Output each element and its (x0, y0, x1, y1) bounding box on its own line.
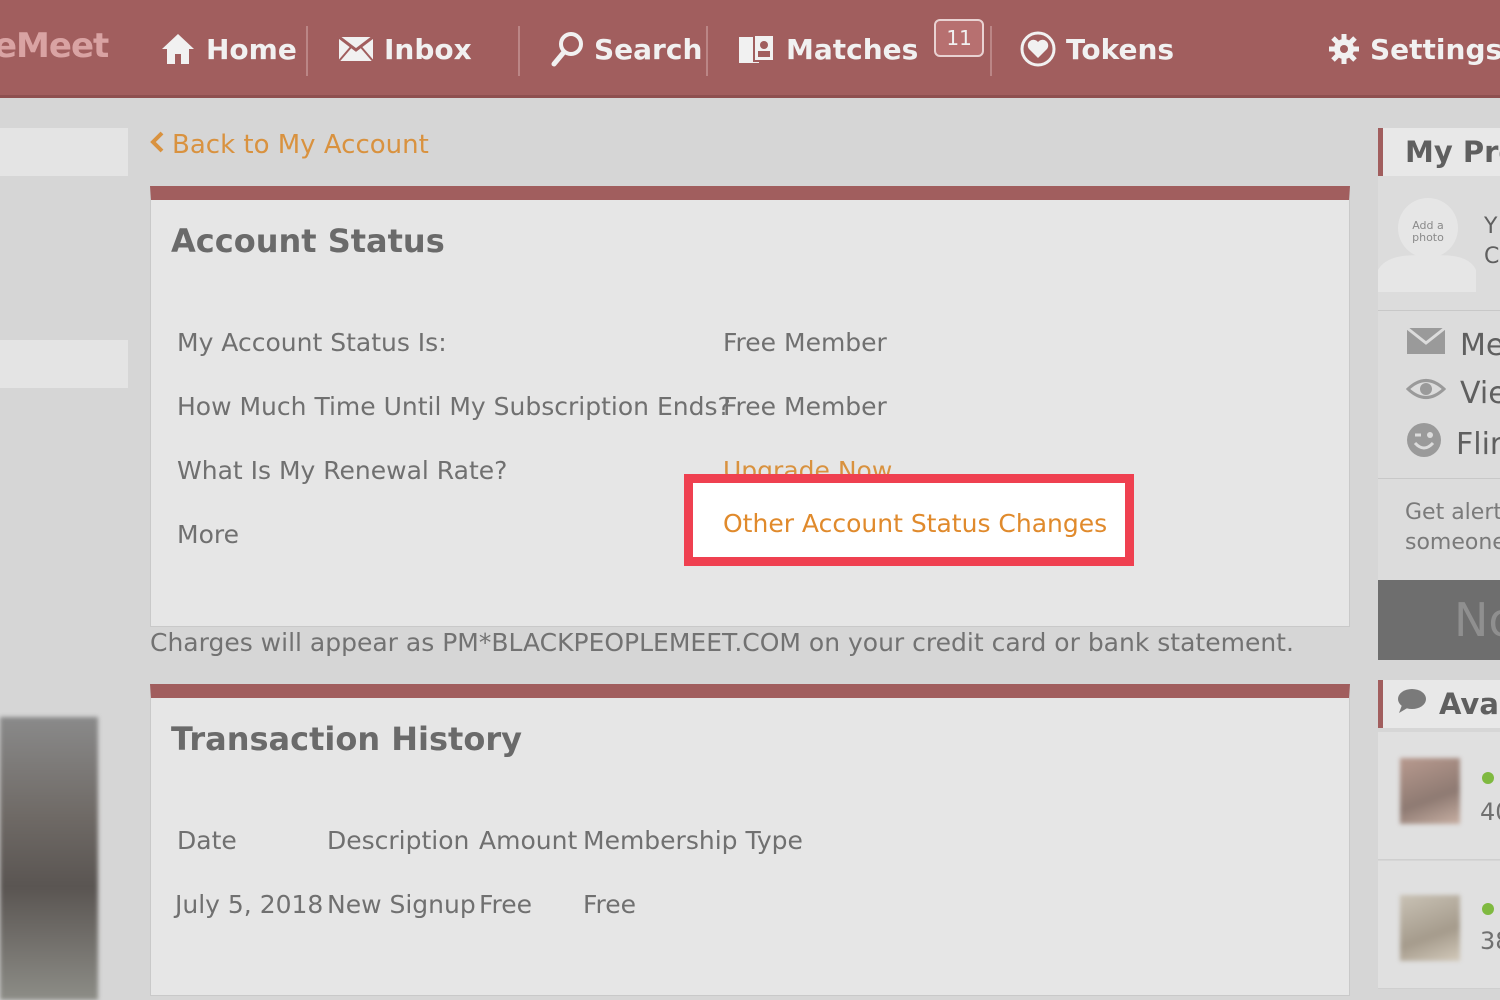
heart-coin-icon (1020, 30, 1056, 68)
nav-home[interactable]: Home (160, 27, 297, 71)
search-icon (550, 31, 584, 67)
status-row-label: More (177, 520, 239, 549)
sidebar-item-label: Me (1460, 327, 1500, 363)
matches-count-badge: 11 (934, 19, 984, 57)
transaction-membership-type: Free (583, 890, 637, 919)
transaction-history-title: Transaction History (171, 720, 522, 758)
divider (1378, 310, 1500, 311)
column-header-amount: Amount (479, 826, 578, 855)
billing-note: Charges will appear as PM*BLACKPEOPLEMEE… (150, 628, 1294, 657)
status-row-label: How Much Time Until My Subscription Ends… (177, 392, 731, 421)
column-header-description: Description (327, 826, 470, 855)
online-user-item[interactable]: 38 (1378, 861, 1500, 989)
transaction-date: July 5, 2018 (175, 890, 324, 919)
transaction-history-card: Transaction History Date Description Amo… (150, 684, 1350, 996)
status-row-label: My Account Status Is: (177, 328, 447, 357)
nav-settings[interactable]: Settings (1328, 27, 1500, 71)
other-status-changes-link[interactable]: Other Account Status Changes (723, 509, 1107, 538)
user-thumbnail (1400, 758, 1460, 824)
sidebar-item-label: Flir (1456, 426, 1500, 462)
nav-home-label: Home (206, 32, 297, 66)
status-row-label: What Is My Renewal Rate? (177, 456, 508, 485)
nav-tokens-label: Tokens (1066, 32, 1175, 66)
gear-icon (1328, 33, 1360, 65)
left-sidebar-block (0, 128, 128, 176)
online-status-dot (1482, 772, 1494, 784)
user-thumbnail (1400, 895, 1460, 961)
available-header-label: Avai (1439, 687, 1500, 721)
my-profile-header: My Prof (1378, 128, 1500, 176)
right-sidebar: My Prof Add a photo Y C Me Vie (1378, 128, 1500, 1000)
transaction-amount: Free (479, 890, 533, 919)
nav-search-label: Search (594, 32, 703, 66)
profile-side-text: Y (1484, 214, 1498, 239)
envelope-icon (338, 36, 374, 62)
back-to-account-link[interactable]: Back to My Account (150, 130, 429, 160)
site-logo[interactable]: eMeet (0, 26, 109, 66)
left-sidebar-block (0, 340, 128, 388)
alert-text-line: someone (1405, 530, 1500, 555)
profile-photo[interactable] (0, 717, 98, 1000)
notifications-button[interactable]: No (1378, 580, 1500, 660)
envelope-icon (1406, 326, 1446, 364)
nav-tokens[interactable]: Tokens (1020, 27, 1174, 71)
nav-inbox[interactable]: Inbox (338, 27, 472, 71)
sidebar-item-views[interactable]: Vie (1405, 374, 1500, 412)
my-profile-panel: Add a photo Y C Me Vie Flir Get alerts s… (1378, 176, 1500, 580)
alert-text-line: Get alerts (1405, 500, 1500, 525)
eye-icon (1405, 374, 1447, 412)
nav-matches-label: Matches (786, 32, 919, 66)
column-header-membership-type: Membership Type (583, 826, 803, 855)
other-status-changes-highlight[interactable]: Other Account Status Changes (684, 474, 1134, 566)
sidebar-item-flirts[interactable]: Flir (1406, 422, 1500, 466)
nav-divider (518, 26, 520, 76)
user-age: 40 (1480, 798, 1500, 826)
chat-bubble-icon (1397, 680, 1427, 728)
nav-divider (706, 26, 708, 76)
nav-divider (990, 26, 992, 76)
nav-settings-label: Settings (1370, 32, 1500, 66)
user-age: 38 (1480, 927, 1500, 955)
transaction-description: New Signup (327, 890, 476, 919)
online-user-item[interactable]: 40 (1378, 732, 1500, 860)
column-header-date: Date (177, 826, 237, 855)
profile-side-text: C (1484, 244, 1500, 269)
status-row-value: Free Member (723, 328, 887, 357)
chevron-left-icon (150, 130, 164, 160)
divider (1378, 478, 1500, 479)
wink-icon (1406, 422, 1442, 466)
sidebar-item-messages[interactable]: Me (1406, 326, 1500, 364)
home-icon (160, 32, 196, 66)
back-link-label: Back to My Account (172, 130, 429, 160)
nav-inbox-label: Inbox (384, 32, 472, 66)
top-navigation-bar: eMeet Home Inbox Search Matches 11 Token… (0, 0, 1500, 98)
status-row-value: Free Member (723, 392, 887, 421)
account-status-title: Account Status (171, 222, 445, 260)
nav-search[interactable]: Search (550, 27, 702, 71)
sidebar-item-label: Vie (1460, 375, 1500, 411)
available-header: Avai (1378, 680, 1500, 728)
add-photo-text: Add a photo (1412, 219, 1444, 244)
nav-divider (306, 26, 308, 76)
nav-matches[interactable]: Matches 11 (738, 19, 984, 71)
matches-icon (738, 33, 776, 65)
account-status-card: Account Status My Account Status Is: Fre… (150, 186, 1350, 627)
online-status-dot (1482, 903, 1494, 915)
